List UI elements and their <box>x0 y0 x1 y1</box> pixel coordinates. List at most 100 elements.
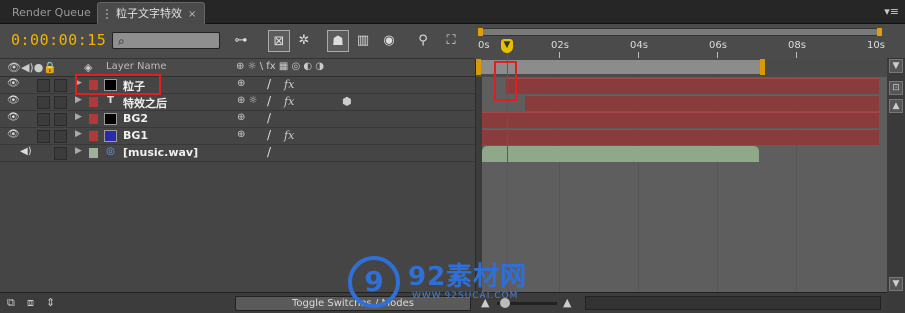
solo-toggle[interactable] <box>37 79 50 92</box>
work-area-end-handle[interactable] <box>760 59 765 75</box>
solo-toggle[interactable] <box>37 113 50 126</box>
graph-editor-icon[interactable]: ⛶ <box>440 30 462 52</box>
switches-column-header[interactable]: ⊕ ☼ \ fx ▦ ◎ ◐ ◑ <box>236 61 324 72</box>
layer-switches-pane-icon[interactable]: ⧉ <box>7 296 15 310</box>
ruler-tick-label: 02s <box>551 40 569 51</box>
draft-3d-icon[interactable]: ✲ <box>293 30 315 52</box>
layer-row[interactable]: 👁 ▶ T 特效之后 ⊕ ☼ / fx ⬢ <box>0 94 475 111</box>
layer-row[interactable]: 👁 ▶ 粒子 ⊕ / fx <box>0 77 475 94</box>
effects-switch-icon[interactable]: fx <box>284 129 294 142</box>
shy-switch-icon[interactable]: ⊕ <box>237 129 245 140</box>
ruler-tick <box>559 52 560 58</box>
comp-button-icon[interactable]: ⊡ <box>889 81 903 95</box>
layer-row[interactable]: 👁 ▶ BG2 ⊕ / <box>0 111 475 128</box>
current-time-display[interactable]: 0:00:00:15 <box>11 31 106 49</box>
av-features-header-icon[interactable]: 👁◀)●🔒 <box>7 61 57 74</box>
layer-name[interactable]: BG2 <box>123 112 148 125</box>
expand-triangle-icon[interactable]: ▶ <box>75 95 82 105</box>
quality-switch-icon[interactable]: / <box>267 145 271 159</box>
ruler-tick-label: 0s <box>478 40 490 51</box>
comp-marker-bin-icon[interactable]: ▼ <box>889 59 903 73</box>
effects-switch-icon[interactable]: fx <box>284 95 294 108</box>
transfer-controls-pane-icon[interactable]: ⧈ <box>27 296 34 310</box>
close-icon[interactable]: × <box>188 9 196 20</box>
audio-speaker-icon[interactable]: ◀) <box>20 146 32 157</box>
layer-column-header: 👁◀)●🔒 ◈ Layer Name ⊕ ☼ \ fx ▦ ◎ ◐ ◑ <box>0 59 475 77</box>
tab-label: 粒子文字特效 <box>116 7 182 20</box>
highlight-box <box>75 74 161 95</box>
work-area-range[interactable] <box>479 60 764 74</box>
label-color-swatch[interactable] <box>89 97 98 107</box>
expand-triangle-icon[interactable]: ▶ <box>75 112 82 122</box>
vertical-scrollbar[interactable]: ▼ ⊡ ▲ ▼ <box>887 59 905 313</box>
audio-duration-bar[interactable] <box>482 146 759 162</box>
navigator-start-handle[interactable] <box>478 28 483 36</box>
label-color-swatch[interactable] <box>89 131 98 141</box>
layer-name[interactable]: 特效之后 <box>123 95 167 111</box>
live-update-icon[interactable]: ⊠ <box>268 30 290 52</box>
visibility-eye-icon[interactable]: 👁 <box>7 129 20 140</box>
navigator-end-handle[interactable] <box>877 28 882 36</box>
frame-blending-icon[interactable]: ▥ <box>352 30 374 52</box>
lock-toggle[interactable] <box>54 96 67 109</box>
solo-toggle[interactable] <box>37 96 50 109</box>
solid-source-icon <box>104 113 117 125</box>
shy-switch-icon[interactable]: ⊕ <box>237 112 245 123</box>
current-time-indicator[interactable]: ▼ <box>501 39 513 53</box>
tab-composition[interactable]: 粒子文字特效 × <box>97 2 206 24</box>
lock-toggle[interactable] <box>54 113 67 126</box>
layer-duration-bar[interactable] <box>525 95 879 111</box>
tab-label: Render Queue <box>12 6 91 19</box>
panel-menu-icon[interactable]: ▾≡ <box>884 5 899 18</box>
watermark-logo: 9 <box>348 256 400 308</box>
work-area-bar[interactable] <box>476 59 887 77</box>
layer-name-column-header[interactable]: Layer Name <box>106 61 167 72</box>
lock-toggle[interactable] <box>54 147 67 160</box>
quality-switch-icon[interactable]: / <box>267 128 271 142</box>
composition-mini-flowchart-icon[interactable]: ⊶ <box>230 30 252 52</box>
effects-switch-icon[interactable]: fx <box>284 78 294 91</box>
brainstorm-icon[interactable]: ⚲ <box>412 30 434 52</box>
time-navigator[interactable] <box>478 28 882 36</box>
layer-name[interactable]: BG1 <box>123 129 148 142</box>
visibility-eye-icon[interactable]: 👁 <box>7 95 20 106</box>
shy-switch-icon[interactable]: ⊕ ☼ <box>237 95 258 106</box>
quality-switch-icon[interactable]: / <box>267 77 271 91</box>
quality-switch-icon[interactable]: / <box>267 111 271 125</box>
watermark-url: WWW.92SUCAI.COM <box>412 291 519 301</box>
in-out-pane-icon[interactable]: ⇕ <box>46 296 55 309</box>
search-input[interactable]: ⌕ <box>112 32 220 49</box>
scroll-up-icon[interactable]: ▲ <box>889 99 903 113</box>
lock-toggle[interactable] <box>54 130 67 143</box>
ruler-tick <box>638 52 639 58</box>
work-area-start-handle[interactable] <box>476 59 481 75</box>
shy-switch-icon[interactable]: ⊕ <box>237 78 245 89</box>
layer-row[interactable]: 👁 ▶ BG1 ⊕ / fx <box>0 128 475 145</box>
scroll-down-icon[interactable]: ▼ <box>889 277 903 291</box>
ruler-tick <box>796 52 797 58</box>
layer-row[interactable]: ◀) ▶ ◎ [music.wav] / <box>0 145 475 162</box>
expand-triangle-icon[interactable]: ▶ <box>75 146 82 156</box>
ruler-tick-label: 08s <box>788 40 806 51</box>
layer-duration-bar[interactable] <box>482 112 879 128</box>
label-color-swatch[interactable] <box>89 114 98 124</box>
layer-duration-bar[interactable] <box>482 129 879 145</box>
visibility-eye-icon[interactable]: 👁 <box>7 112 20 123</box>
motion-blur-icon[interactable]: ◉ <box>378 30 400 52</box>
lock-toggle[interactable] <box>54 79 67 92</box>
quality-switch-icon[interactable]: / <box>267 94 271 108</box>
layer-name[interactable]: [music.wav] <box>123 146 198 159</box>
hide-shy-layers-icon[interactable]: ☗ <box>327 30 349 52</box>
layer-duration-bar[interactable] <box>506 78 879 94</box>
watermark: 9 92素材网 WWW.92SUCAI.COM <box>348 256 568 312</box>
visibility-eye-icon[interactable]: 👁 <box>7 78 20 89</box>
3d-layer-icon[interactable]: ⬢ <box>342 95 352 108</box>
solo-toggle[interactable] <box>37 130 50 143</box>
tab-render-queue[interactable]: Render Queue <box>4 2 99 24</box>
horizontal-scrollbar[interactable] <box>585 296 881 310</box>
expand-triangle-icon[interactable]: ▶ <box>75 129 82 139</box>
label-color-swatch[interactable] <box>89 148 98 158</box>
label-header-icon[interactable]: ◈ <box>84 61 92 74</box>
drag-grip-icon[interactable] <box>106 9 112 19</box>
ruler-tick-label: 04s <box>630 40 648 51</box>
